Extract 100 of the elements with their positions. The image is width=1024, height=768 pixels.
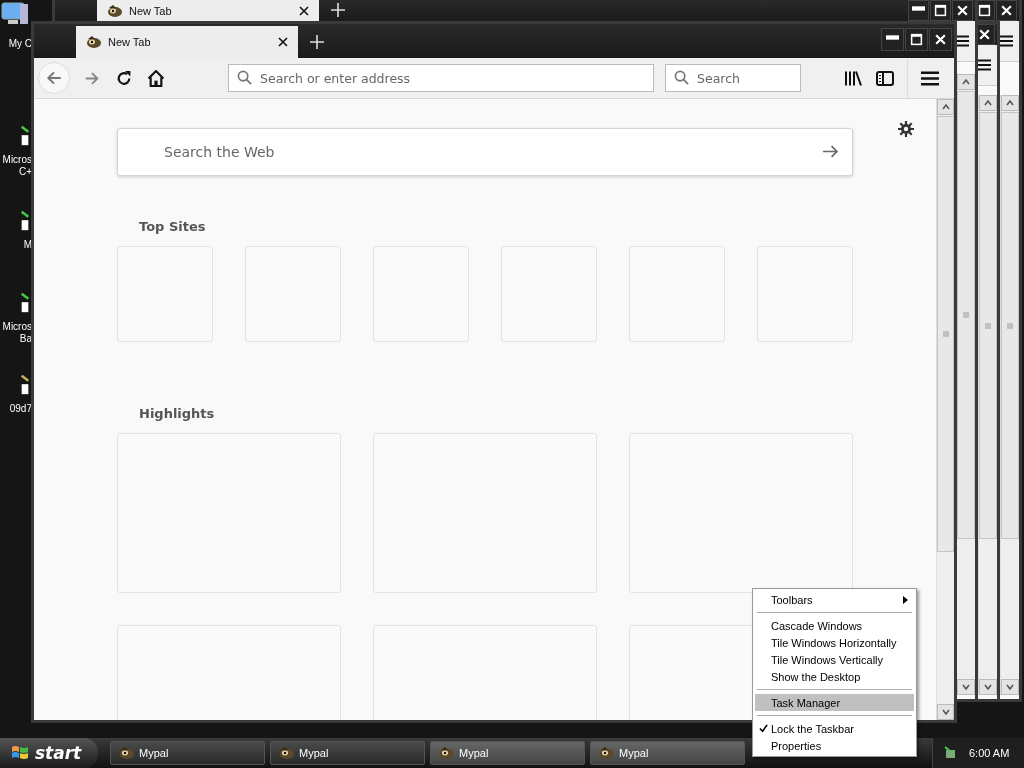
close-icon bbox=[934, 33, 947, 46]
close-button[interactable] bbox=[929, 28, 952, 51]
start-button[interactable]: start bbox=[0, 738, 98, 768]
scroll-down-button[interactable] bbox=[937, 704, 954, 720]
reload-icon[interactable] bbox=[115, 69, 133, 87]
icon-label: Micros bbox=[2, 154, 32, 166]
arrow-left-icon bbox=[45, 69, 63, 87]
critter-icon bbox=[599, 746, 615, 760]
scroll-down-button[interactable] bbox=[957, 679, 975, 695]
caret-down-icon bbox=[1005, 682, 1015, 692]
clock: 6:00 AM bbox=[969, 747, 1010, 759]
menu-item[interactable]: Show the Desktop bbox=[755, 668, 914, 685]
site-tile[interactable] bbox=[117, 246, 213, 342]
grip-icon bbox=[941, 331, 950, 337]
menu-item[interactable]: Lock the Taskbar bbox=[755, 720, 914, 737]
scroll-thumb[interactable] bbox=[979, 112, 997, 539]
caret-up-icon bbox=[961, 77, 971, 87]
caret-down-icon bbox=[961, 682, 971, 692]
home-icon[interactable] bbox=[147, 69, 165, 87]
taskbar-button[interactable]: Mypal bbox=[430, 741, 585, 765]
search-icon bbox=[674, 70, 689, 85]
icon-label: M bbox=[23, 239, 32, 251]
menu-icon[interactable] bbox=[999, 35, 1013, 47]
taskbar-button[interactable]: Mypal bbox=[110, 741, 265, 765]
scroll-up-button[interactable] bbox=[979, 95, 997, 111]
maximize-button[interactable] bbox=[905, 28, 928, 51]
address-field[interactable]: Search or enter address bbox=[228, 64, 654, 92]
browser-tab[interactable]: New Tab bbox=[76, 26, 298, 58]
close-icon bbox=[978, 28, 991, 41]
menu-item[interactable]: Task Manager bbox=[755, 694, 914, 711]
web-search-field[interactable]: Search the Web bbox=[117, 128, 853, 176]
scroll-thumb[interactable] bbox=[937, 116, 954, 552]
caret-up-icon bbox=[983, 98, 993, 108]
scroll-thumb[interactable] bbox=[957, 91, 975, 539]
scroll-up-button[interactable] bbox=[937, 99, 954, 115]
scroll-thumb[interactable] bbox=[1001, 112, 1019, 539]
menu-item[interactable]: Properties bbox=[755, 737, 914, 754]
scrollbar[interactable] bbox=[936, 99, 954, 720]
critter-icon bbox=[107, 3, 123, 18]
minimize-button[interactable] bbox=[881, 28, 904, 51]
icon-label: 09d7 bbox=[9, 403, 32, 415]
maximize-icon bbox=[910, 33, 923, 46]
site-tile[interactable] bbox=[629, 246, 725, 342]
scrollbar[interactable] bbox=[1000, 95, 1019, 695]
caret-down-icon bbox=[983, 682, 993, 692]
caret-up-icon bbox=[1005, 98, 1015, 108]
back-button[interactable] bbox=[38, 62, 70, 94]
site-tile[interactable] bbox=[757, 246, 853, 342]
site-tile[interactable] bbox=[245, 246, 341, 342]
critter-icon bbox=[86, 35, 102, 49]
critter-icon bbox=[439, 746, 455, 760]
menu-item[interactable]: Tile Windows Vertically bbox=[755, 651, 914, 668]
close-icon[interactable] bbox=[278, 37, 288, 47]
minimize-button[interactable] bbox=[908, 0, 929, 21]
site-tile[interactable] bbox=[501, 246, 597, 342]
close-icon[interactable] bbox=[299, 5, 309, 16]
maximize-button[interactable] bbox=[930, 0, 951, 21]
computer-icon[interactable] bbox=[0, 2, 28, 26]
icon-label: My C bbox=[8, 38, 32, 50]
grip-icon bbox=[962, 312, 970, 318]
scroll-up-button[interactable] bbox=[957, 74, 975, 90]
menu-icon[interactable] bbox=[921, 69, 939, 87]
grip-icon bbox=[984, 322, 992, 329]
close-icon bbox=[956, 4, 969, 17]
new-tab-icon[interactable] bbox=[331, 3, 345, 17]
menu-item[interactable]: Cascade Windows bbox=[755, 617, 914, 634]
menu-icon[interactable] bbox=[977, 59, 991, 71]
new-tab-icon[interactable] bbox=[310, 35, 324, 49]
file-icon[interactable] bbox=[20, 209, 30, 233]
section-heading: Highlights bbox=[139, 406, 216, 421]
menu-item[interactable]: Tile Windows Horizontally bbox=[755, 634, 914, 651]
grip-icon bbox=[1006, 322, 1014, 329]
scrollbar[interactable] bbox=[978, 95, 997, 695]
close-button[interactable] bbox=[952, 0, 973, 21]
close-icon bbox=[1000, 4, 1013, 17]
search-field[interactable]: Search bbox=[665, 64, 801, 92]
critter-icon bbox=[119, 746, 135, 760]
scroll-up-button[interactable] bbox=[1001, 95, 1019, 111]
close-button[interactable] bbox=[996, 0, 1017, 21]
settings-icon[interactable] bbox=[898, 121, 914, 137]
taskbar-button[interactable]: Mypal bbox=[590, 741, 745, 765]
browser-tab[interactable]: New Tab bbox=[97, 0, 319, 21]
critter-icon bbox=[279, 746, 295, 760]
icon-label: Ba bbox=[19, 333, 32, 345]
file-icon[interactable] bbox=[20, 373, 30, 397]
menu-icon[interactable] bbox=[955, 35, 969, 47]
file-icon[interactable] bbox=[20, 291, 30, 315]
taskbar-button[interactable]: Mypal bbox=[270, 741, 425, 765]
submenu-arrow-icon bbox=[903, 595, 908, 604]
caret-up-icon bbox=[940, 102, 951, 112]
caret-down-icon bbox=[940, 707, 951, 717]
menu-item[interactable]: Toolbars bbox=[755, 591, 914, 608]
site-tile[interactable] bbox=[373, 246, 469, 342]
scroll-down-button[interactable] bbox=[1001, 679, 1019, 695]
library-icon[interactable] bbox=[844, 69, 862, 87]
arrow-right-icon[interactable] bbox=[822, 143, 839, 160]
scroll-down-button[interactable] bbox=[979, 679, 997, 695]
sidebar-icon[interactable] bbox=[876, 69, 894, 87]
file-icon[interactable] bbox=[20, 124, 30, 148]
search-icon bbox=[237, 70, 252, 85]
